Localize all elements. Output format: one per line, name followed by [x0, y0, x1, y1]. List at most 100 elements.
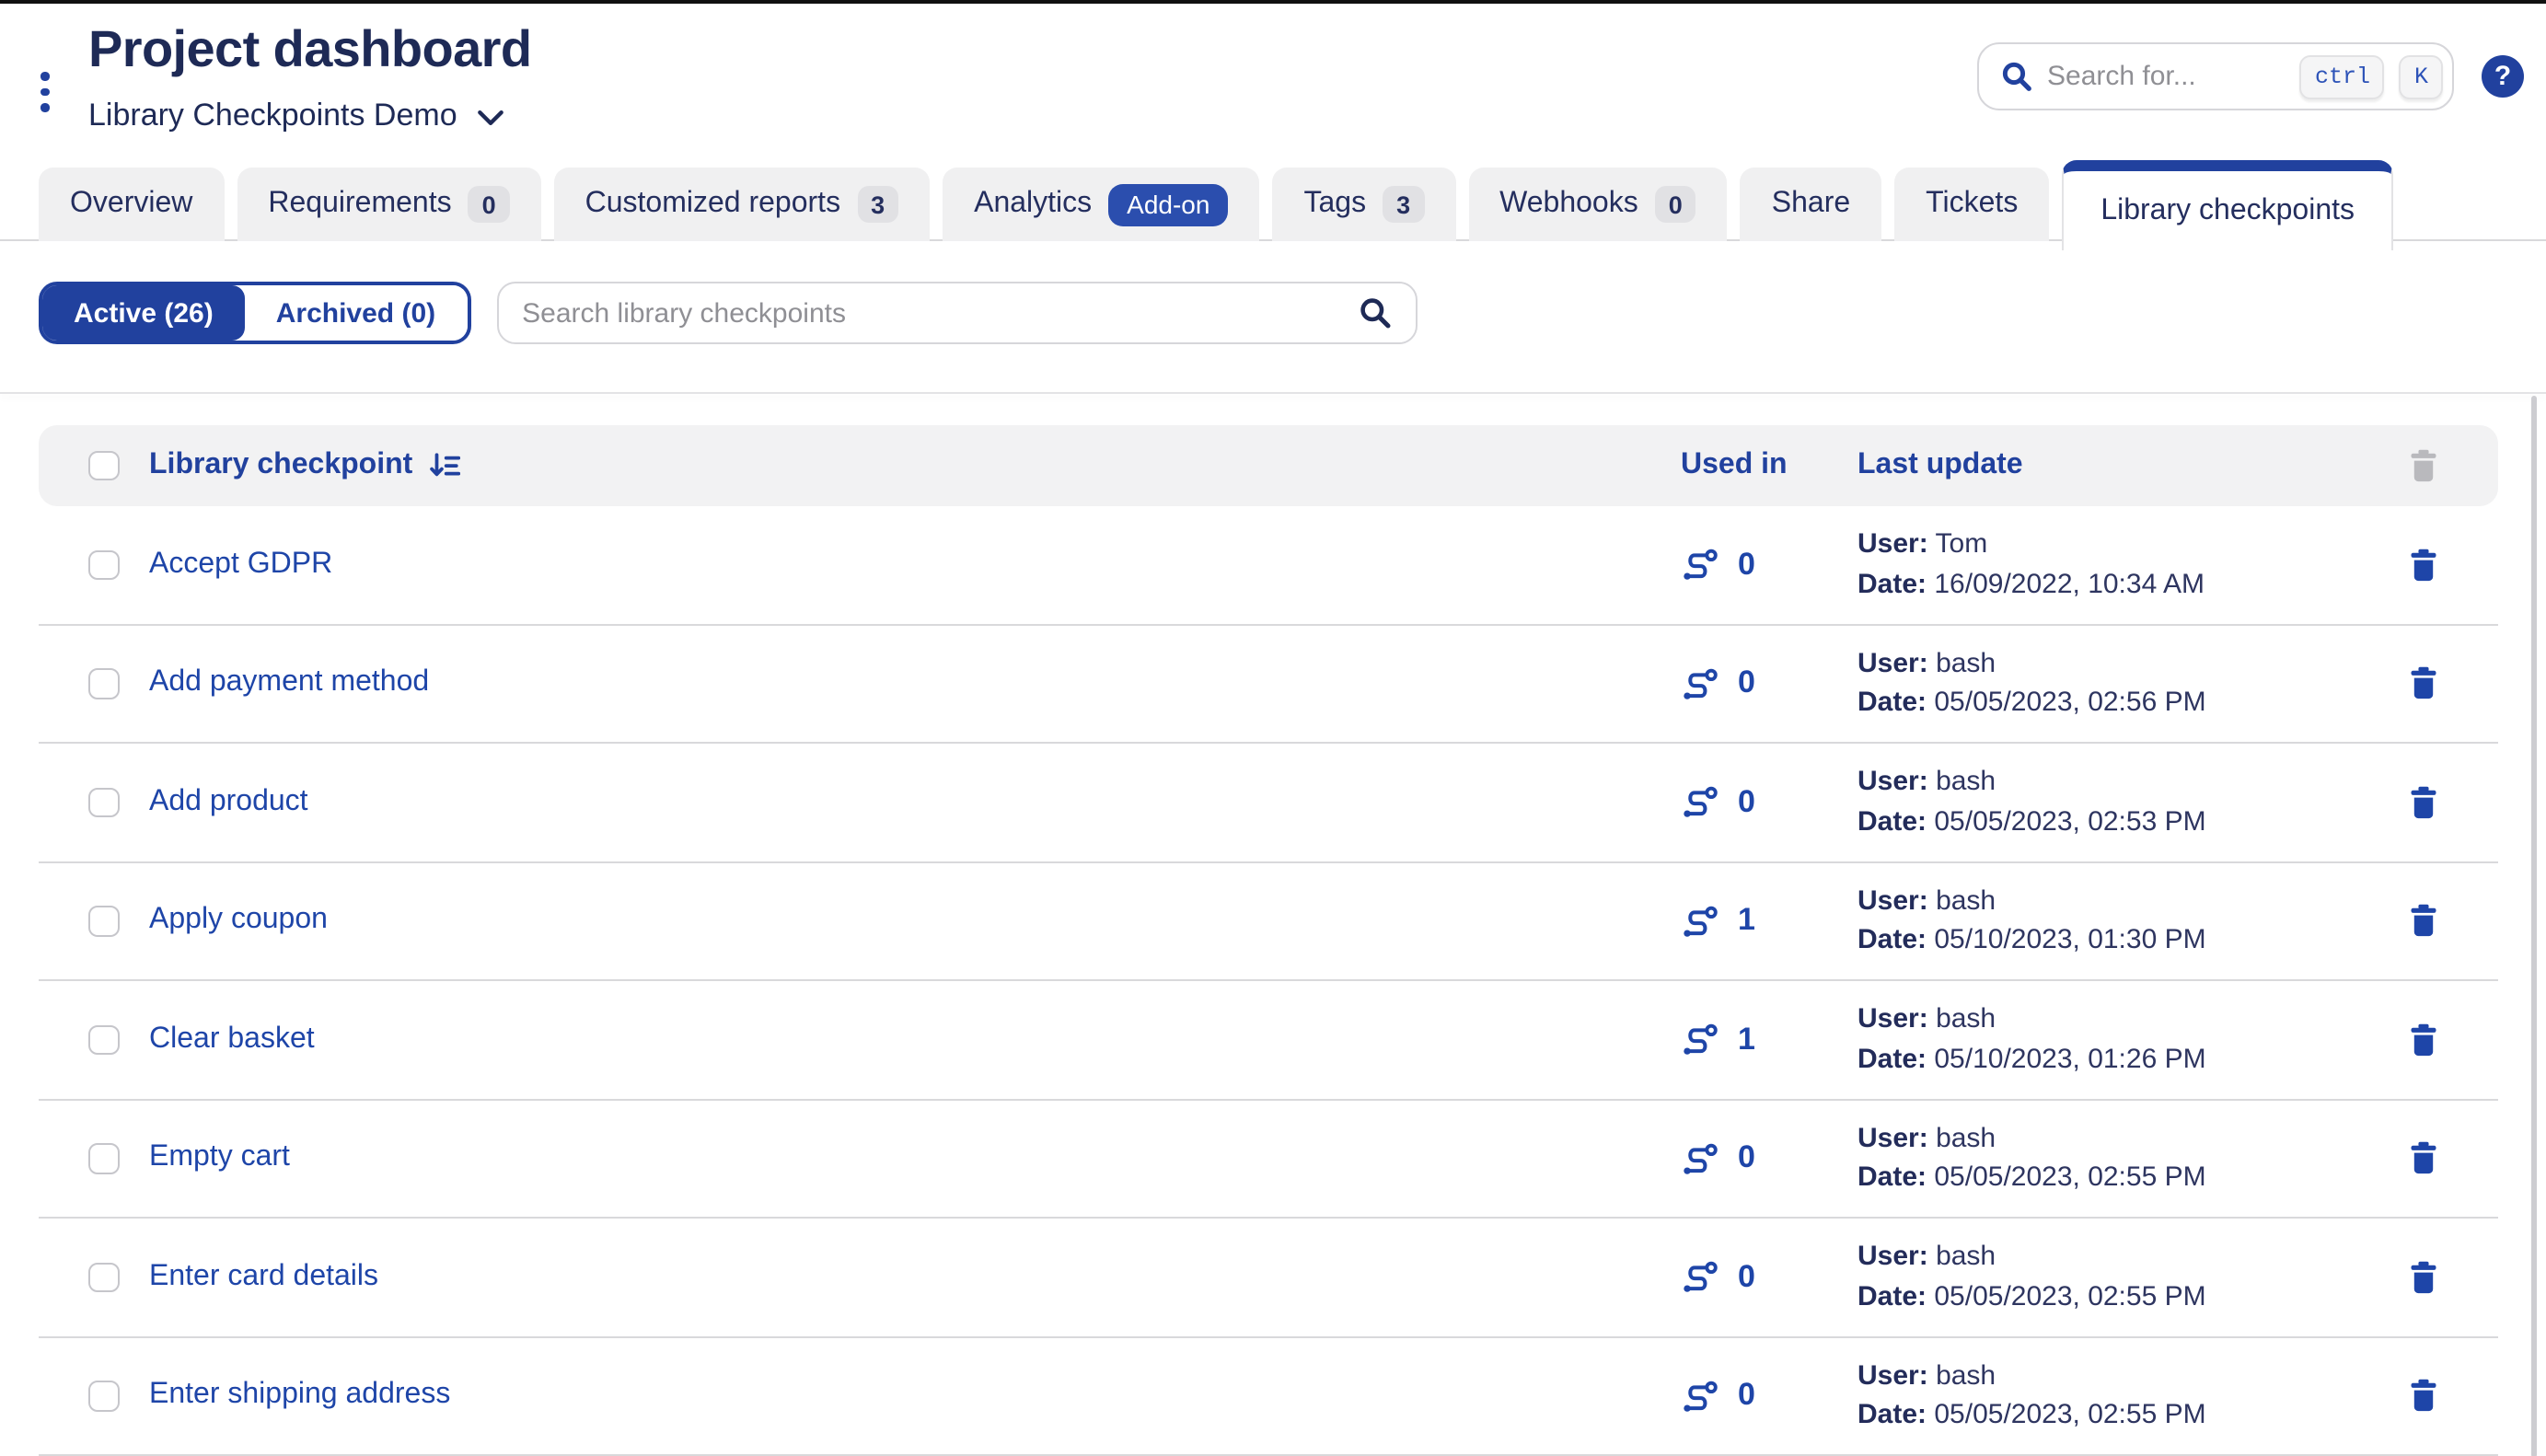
row-checkbox[interactable] — [88, 1262, 119, 1292]
row-checkbox[interactable] — [88, 549, 119, 580]
route-icon — [1681, 1377, 1719, 1416]
trash-icon — [2409, 786, 2436, 819]
checkpoint-link[interactable]: Apply coupon — [149, 905, 1681, 938]
select-all-checkbox[interactable] — [88, 451, 119, 481]
column-last-update: Last update — [1857, 449, 2397, 482]
last-update-date: 05/10/2023, 01:26 PM — [1934, 1044, 2205, 1075]
delete-selected-button[interactable] — [2397, 449, 2448, 482]
row-checkbox[interactable] — [88, 1381, 119, 1411]
row-checkbox[interactable] — [88, 1024, 119, 1055]
delete-row-button[interactable] — [2397, 1142, 2448, 1175]
sort-icon — [429, 452, 460, 480]
tab-library-checkpoints[interactable]: Library checkpoints — [2062, 160, 2393, 250]
checkpoint-link[interactable]: Add payment method — [149, 667, 1681, 700]
last-update-user: bash — [1936, 648, 1996, 679]
trash-icon — [2409, 905, 2436, 938]
tab-tags[interactable]: Tags 3 — [1272, 168, 1455, 241]
search-icon — [1358, 296, 1391, 329]
row-checkbox[interactable] — [88, 668, 119, 699]
route-icon — [1681, 902, 1719, 941]
last-update-user: bash — [1936, 1123, 1996, 1154]
help-button[interactable]: ? — [2482, 55, 2524, 98]
used-in-cell: 0 — [1681, 1377, 1857, 1416]
search-icon — [2001, 61, 2032, 92]
delete-row-button[interactable] — [2397, 549, 2448, 582]
column-library-checkpoint[interactable]: Library checkpoint — [149, 449, 1681, 482]
filter-active-button[interactable]: Active (26) — [42, 285, 245, 341]
checkpoint-search-input[interactable] — [522, 297, 1343, 329]
route-icon — [1681, 664, 1719, 703]
tab-tickets[interactable]: Tickets — [1894, 168, 2049, 241]
used-in-cell: 0 — [1681, 1139, 1857, 1178]
last-update-cell: User: Tom Date: 16/09/2022, 10:34 AM — [1857, 526, 2397, 605]
table-row: Clear basket 1 User: bash Date: 05/10/20… — [39, 981, 2498, 1100]
table-row: Add payment method 0 User: bash Date: 05… — [39, 625, 2498, 744]
last-update-user: bash — [1936, 767, 1996, 798]
global-search[interactable]: ctrl K — [1977, 42, 2454, 110]
tab-analytics[interactable]: Analytics Add-on — [943, 168, 1259, 241]
checkpoint-search[interactable] — [496, 282, 1417, 344]
keycap-ctrl: ctrl — [2300, 54, 2385, 98]
checkpoint-link[interactable]: Empty cart — [149, 1142, 1681, 1175]
row-checkbox[interactable] — [88, 787, 119, 817]
tab-overview[interactable]: Overview — [39, 168, 224, 241]
table-body: Accept GDPR 0 User: Tom Date: 16/09/2022… — [39, 506, 2546, 1456]
last-update-user: bash — [1936, 1242, 1996, 1273]
kebab-menu-button[interactable] — [41, 72, 49, 111]
trash-icon — [2409, 1261, 2436, 1294]
last-update-date: 05/05/2023, 02:55 PM — [1934, 1281, 2205, 1312]
used-in-cell: 0 — [1681, 546, 1857, 584]
delete-row-button[interactable] — [2397, 1380, 2448, 1413]
last-update-date: 05/05/2023, 02:56 PM — [1934, 688, 2205, 719]
delete-row-button[interactable] — [2397, 1023, 2448, 1057]
last-update-user: bash — [1936, 1360, 1996, 1392]
last-update-cell: User: bash Date: 05/05/2023, 02:55 PM — [1857, 1119, 2397, 1198]
tab-customized-reports[interactable]: Customized reports 3 — [554, 168, 930, 241]
used-in-cell: 0 — [1681, 664, 1857, 703]
global-search-input[interactable] — [2047, 61, 2286, 92]
last-update-cell: User: bash Date: 05/05/2023, 02:55 PM — [1857, 1357, 2397, 1436]
status-filter: Active (26) Archived (0) — [39, 282, 470, 344]
last-update-date: 05/05/2023, 02:53 PM — [1934, 806, 2205, 838]
used-in-count: 0 — [1738, 547, 1755, 584]
used-in-count: 1 — [1738, 903, 1755, 940]
tab-requirements[interactable]: Requirements 0 — [237, 168, 540, 241]
checkpoint-link[interactable]: Clear basket — [149, 1023, 1681, 1057]
project-selector[interactable]: Library Checkpoints Demo — [88, 98, 505, 134]
tab-share[interactable]: Share — [1741, 168, 1881, 241]
used-in-count: 0 — [1738, 665, 1755, 702]
filter-row: Active (26) Archived (0) — [39, 282, 2546, 344]
last-update-date: 05/10/2023, 01:30 PM — [1934, 925, 2205, 956]
used-in-count: 1 — [1738, 1022, 1755, 1058]
tab-webhooks[interactable]: Webhooks 0 — [1468, 168, 1728, 241]
checkpoint-link[interactable]: Enter shipping address — [149, 1380, 1681, 1413]
last-update-cell: User: bash Date: 05/10/2023, 01:30 PM — [1857, 882, 2397, 961]
checkpoint-table-area: Library checkpoint Used in Last update — [0, 394, 2546, 1456]
trash-icon — [2409, 667, 2436, 700]
route-icon — [1681, 783, 1719, 822]
table-row: Apply coupon 1 User: bash Date: 05/10/20… — [39, 862, 2498, 981]
row-checkbox[interactable] — [88, 906, 119, 936]
table-row: Accept GDPR 0 User: Tom Date: 16/09/2022… — [39, 506, 2498, 625]
table-row: Add product 0 User: bash Date: 05/05/202… — [39, 744, 2498, 862]
checkpoint-link[interactable]: Accept GDPR — [149, 549, 1681, 582]
last-update-user: bash — [1936, 885, 1996, 917]
last-update-cell: User: bash Date: 05/05/2023, 02:53 PM — [1857, 763, 2397, 842]
last-update-user: bash — [1936, 1004, 1996, 1035]
last-update-date: 16/09/2022, 10:34 AM — [1934, 569, 2205, 600]
route-icon — [1681, 1139, 1719, 1178]
column-used-in: Used in — [1681, 449, 1857, 482]
filter-archived-button[interactable]: Archived (0) — [245, 285, 467, 341]
delete-row-button[interactable] — [2397, 786, 2448, 819]
vertical-scrollbar[interactable] — [2531, 396, 2537, 1456]
delete-row-button[interactable] — [2397, 667, 2448, 700]
delete-row-button[interactable] — [2397, 905, 2448, 938]
used-in-count: 0 — [1738, 784, 1755, 821]
checkpoint-link[interactable]: Add product — [149, 786, 1681, 819]
delete-row-button[interactable] — [2397, 1261, 2448, 1294]
row-checkbox[interactable] — [88, 1143, 119, 1173]
chevron-down-icon — [478, 109, 505, 127]
table-row: Enter shipping address 0 User: bash Date… — [39, 1337, 2498, 1456]
last-update-date: 05/05/2023, 02:55 PM — [1934, 1400, 2205, 1431]
checkpoint-link[interactable]: Enter card details — [149, 1261, 1681, 1294]
